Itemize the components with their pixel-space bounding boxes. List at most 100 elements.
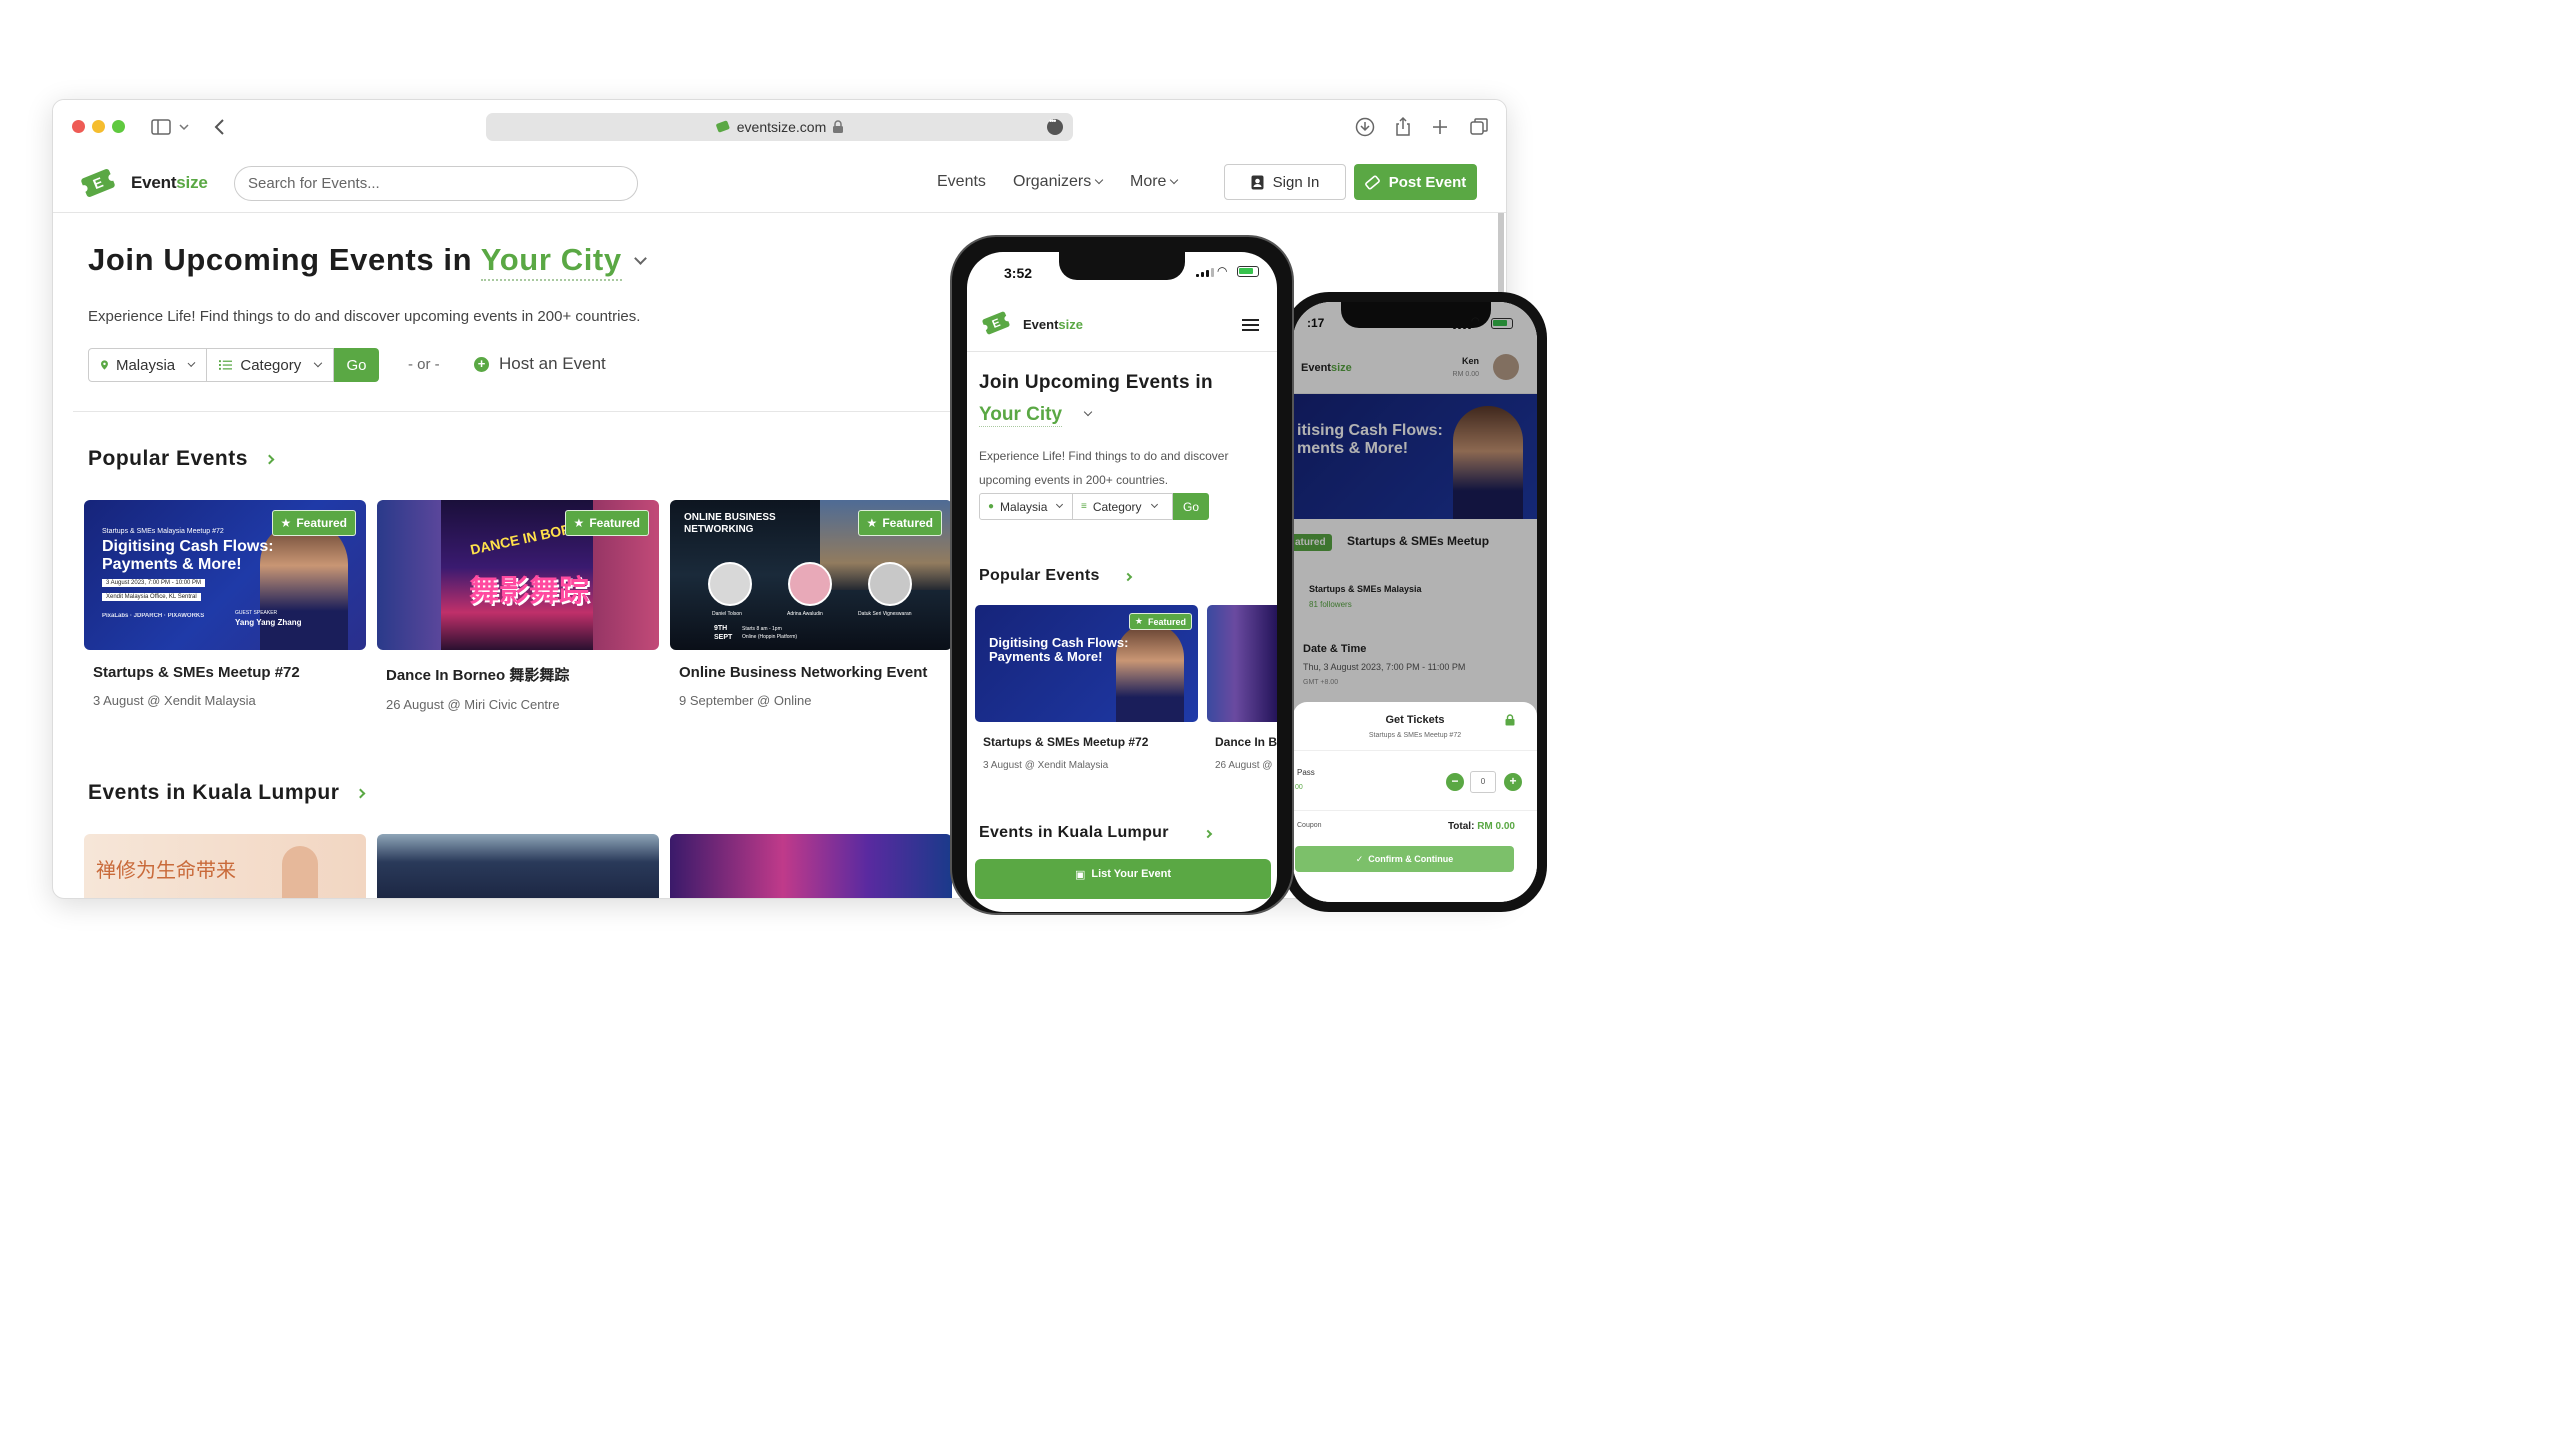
post-event-label: Post Event <box>1388 173 1467 191</box>
total-label: Total: <box>1447 821 1475 832</box>
back-icon[interactable] <box>209 116 231 138</box>
event-card[interactable]: Startups & SMEs Malaysia Meetup #72 Digi… <box>84 500 366 708</box>
coupon-link[interactable]: Coupon <box>1297 822 1322 829</box>
event-title[interactable]: Startups & SMEs Meetup #72 <box>983 735 1148 749</box>
phone-event-poster[interactable]: Digitising Cash Flows: Payments & More! … <box>975 605 1198 722</box>
hamburger-menu-icon[interactable] <box>1242 318 1259 332</box>
kl-event-card[interactable] <box>377 834 659 898</box>
chevron-down-icon[interactable] <box>633 252 647 265</box>
address-bar[interactable]: eventsize.com <box>486 113 1073 141</box>
kl-event-card[interactable]: 禅修为生命带来 <box>84 834 366 898</box>
event-card[interactable]: ONLINE BUSINESS NETWORKING Daniel Tolson… <box>670 500 952 708</box>
chevron-down-icon[interactable] <box>1083 407 1093 417</box>
downloads-icon[interactable] <box>1354 116 1376 138</box>
site-logo[interactable]: E Eventsize <box>77 166 208 200</box>
eventsize-logo-icon[interactable]: E <box>979 309 1013 337</box>
decrement-button[interactable]: − <box>1446 773 1464 791</box>
host-event-label: Host an Event <box>499 354 606 373</box>
category-select[interactable]: ≡ Category <box>1073 493 1173 520</box>
event-title[interactable]: Dance In B <box>1215 735 1277 749</box>
phone-event-poster[interactable] <box>1207 605 1277 722</box>
poster-venue: Xendit Malaysia Office, KL Sentral <box>102 593 201 601</box>
sign-in-label: Sign In <box>1272 173 1320 191</box>
phone-kl-heading[interactable]: Events in Kuala Lumpur <box>979 824 1169 842</box>
event-poster: Startups & SMEs Malaysia Meetup #72 Digi… <box>84 500 366 650</box>
poster-headline: Payments & More! <box>102 556 242 573</box>
logo-wordmark: Eventsize <box>131 173 208 192</box>
country-select[interactable]: Malaysia <box>88 348 207 382</box>
chevron-right-icon <box>1123 572 1133 582</box>
phone-screen: 3:52 ◠ E Eventsize Join Upcoming Events … <box>967 252 1277 912</box>
order-total: Total: RM 0.00 <box>1448 821 1515 832</box>
quantity-input[interactable]: 0 <box>1470 771 1496 793</box>
go-button[interactable]: Go <box>1173 493 1209 520</box>
location-pin-icon: ● <box>988 501 995 512</box>
kl-events-heading[interactable]: Events in Kuala Lumpur <box>88 781 366 805</box>
poster-speaker-label: GUEST SPEAKER <box>235 610 278 616</box>
chevron-down-icon <box>1056 500 1064 509</box>
sheet-subtitle: Startups & SMEs Meetup #72 <box>1368 732 1462 739</box>
category-select[interactable]: Category <box>207 348 334 382</box>
speaker-avatar <box>788 562 832 606</box>
star-icon: ★ <box>573 516 585 530</box>
sidebar-toggle-icon[interactable] <box>150 116 172 138</box>
increment-button[interactable]: + <box>1504 773 1522 791</box>
lock-icon <box>833 120 844 133</box>
zoom-window-button[interactable] <box>112 120 125 133</box>
event-title[interactable]: Dance In Borneo 舞影舞踪 <box>386 664 659 685</box>
featured-badge: ★ Featured <box>857 510 942 536</box>
phone1-header: E Eventsize <box>967 296 1277 352</box>
poster-date: 3 August 2023, 7:00 PM - 10:00 PM <box>102 579 206 587</box>
new-tab-icon[interactable] <box>1429 116 1451 138</box>
nav-organizers-label: Organizers <box>1013 173 1092 190</box>
event-poster: ONLINE BUSINESS NETWORKING Daniel Tolson… <box>670 500 952 650</box>
country-select[interactable]: ● Malaysia <box>979 493 1073 520</box>
event-card[interactable]: DANCE IN BORNEO 舞影舞踪 ★ Featured Dance In … <box>377 500 659 712</box>
signal-icon <box>1196 268 1214 277</box>
chevron-down-icon[interactable] <box>177 116 191 138</box>
featured-label: Featured <box>589 516 640 530</box>
category-value: Category <box>240 356 302 374</box>
list-your-event-button[interactable]: ▣ List Your Event <box>975 859 1271 899</box>
minimize-window-button[interactable] <box>92 120 105 133</box>
sign-in-button[interactable]: Sign In <box>1224 164 1346 200</box>
featured-label: Featured <box>1147 616 1186 627</box>
page-menu-icon[interactable] <box>1047 116 1063 135</box>
featured-label: Featured <box>296 516 347 530</box>
share-icon[interactable] <box>1392 116 1414 138</box>
sheet-divider <box>1293 810 1537 811</box>
chevron-down-icon <box>1150 500 1158 509</box>
event-meta: 26 August @ Miri Civic Centre <box>386 697 560 712</box>
poster-date: SEPT <box>714 634 733 641</box>
location-pin-icon <box>101 360 108 370</box>
check-circle-icon: ✓ <box>1355 853 1364 864</box>
nav-events[interactable]: Events <box>937 173 986 191</box>
phone-popular-heading[interactable]: Popular Events <box>979 567 1100 585</box>
phone-city-selector[interactable]: Your City <box>979 404 1063 427</box>
host-event-link[interactable]: + Host an Event <box>474 354 606 374</box>
close-window-button[interactable] <box>72 120 85 133</box>
confirm-continue-button[interactable]: ✓ Confirm & Continue <box>1295 846 1514 872</box>
go-button[interactable]: Go <box>334 348 379 382</box>
event-meta: 9 September @ Online <box>679 693 812 708</box>
nav-organizers[interactable]: Organizers <box>1013 173 1104 191</box>
city-label: Your City <box>480 242 622 277</box>
lock-icon <box>1505 714 1515 726</box>
popular-events-heading[interactable]: Popular Events <box>88 447 275 471</box>
nav-more[interactable]: More <box>1130 173 1179 191</box>
event-title[interactable]: Online Business Networking Event <box>679 664 952 681</box>
event-title[interactable]: Startups & SMEs Meetup #72 <box>93 664 366 681</box>
kl-event-card[interactable] <box>670 834 952 898</box>
country-value: Malaysia <box>115 356 176 374</box>
chevron-down-icon <box>1095 175 1104 185</box>
plus-circle-icon: + <box>474 356 489 372</box>
tab-overview-icon[interactable] <box>1468 116 1490 138</box>
search-input[interactable] <box>234 166 638 201</box>
featured-badge: ★ Featured <box>1128 613 1192 630</box>
poster-headline: Digitising Cash Flows: <box>102 538 274 555</box>
battery-icon <box>1237 266 1259 277</box>
post-event-button[interactable]: Post Event <box>1354 164 1477 200</box>
city-selector[interactable]: Your City <box>480 242 622 281</box>
poster-platform: Online (Hoppin Platform) <box>742 634 798 640</box>
total-value: RM 0.00 <box>1477 821 1515 832</box>
